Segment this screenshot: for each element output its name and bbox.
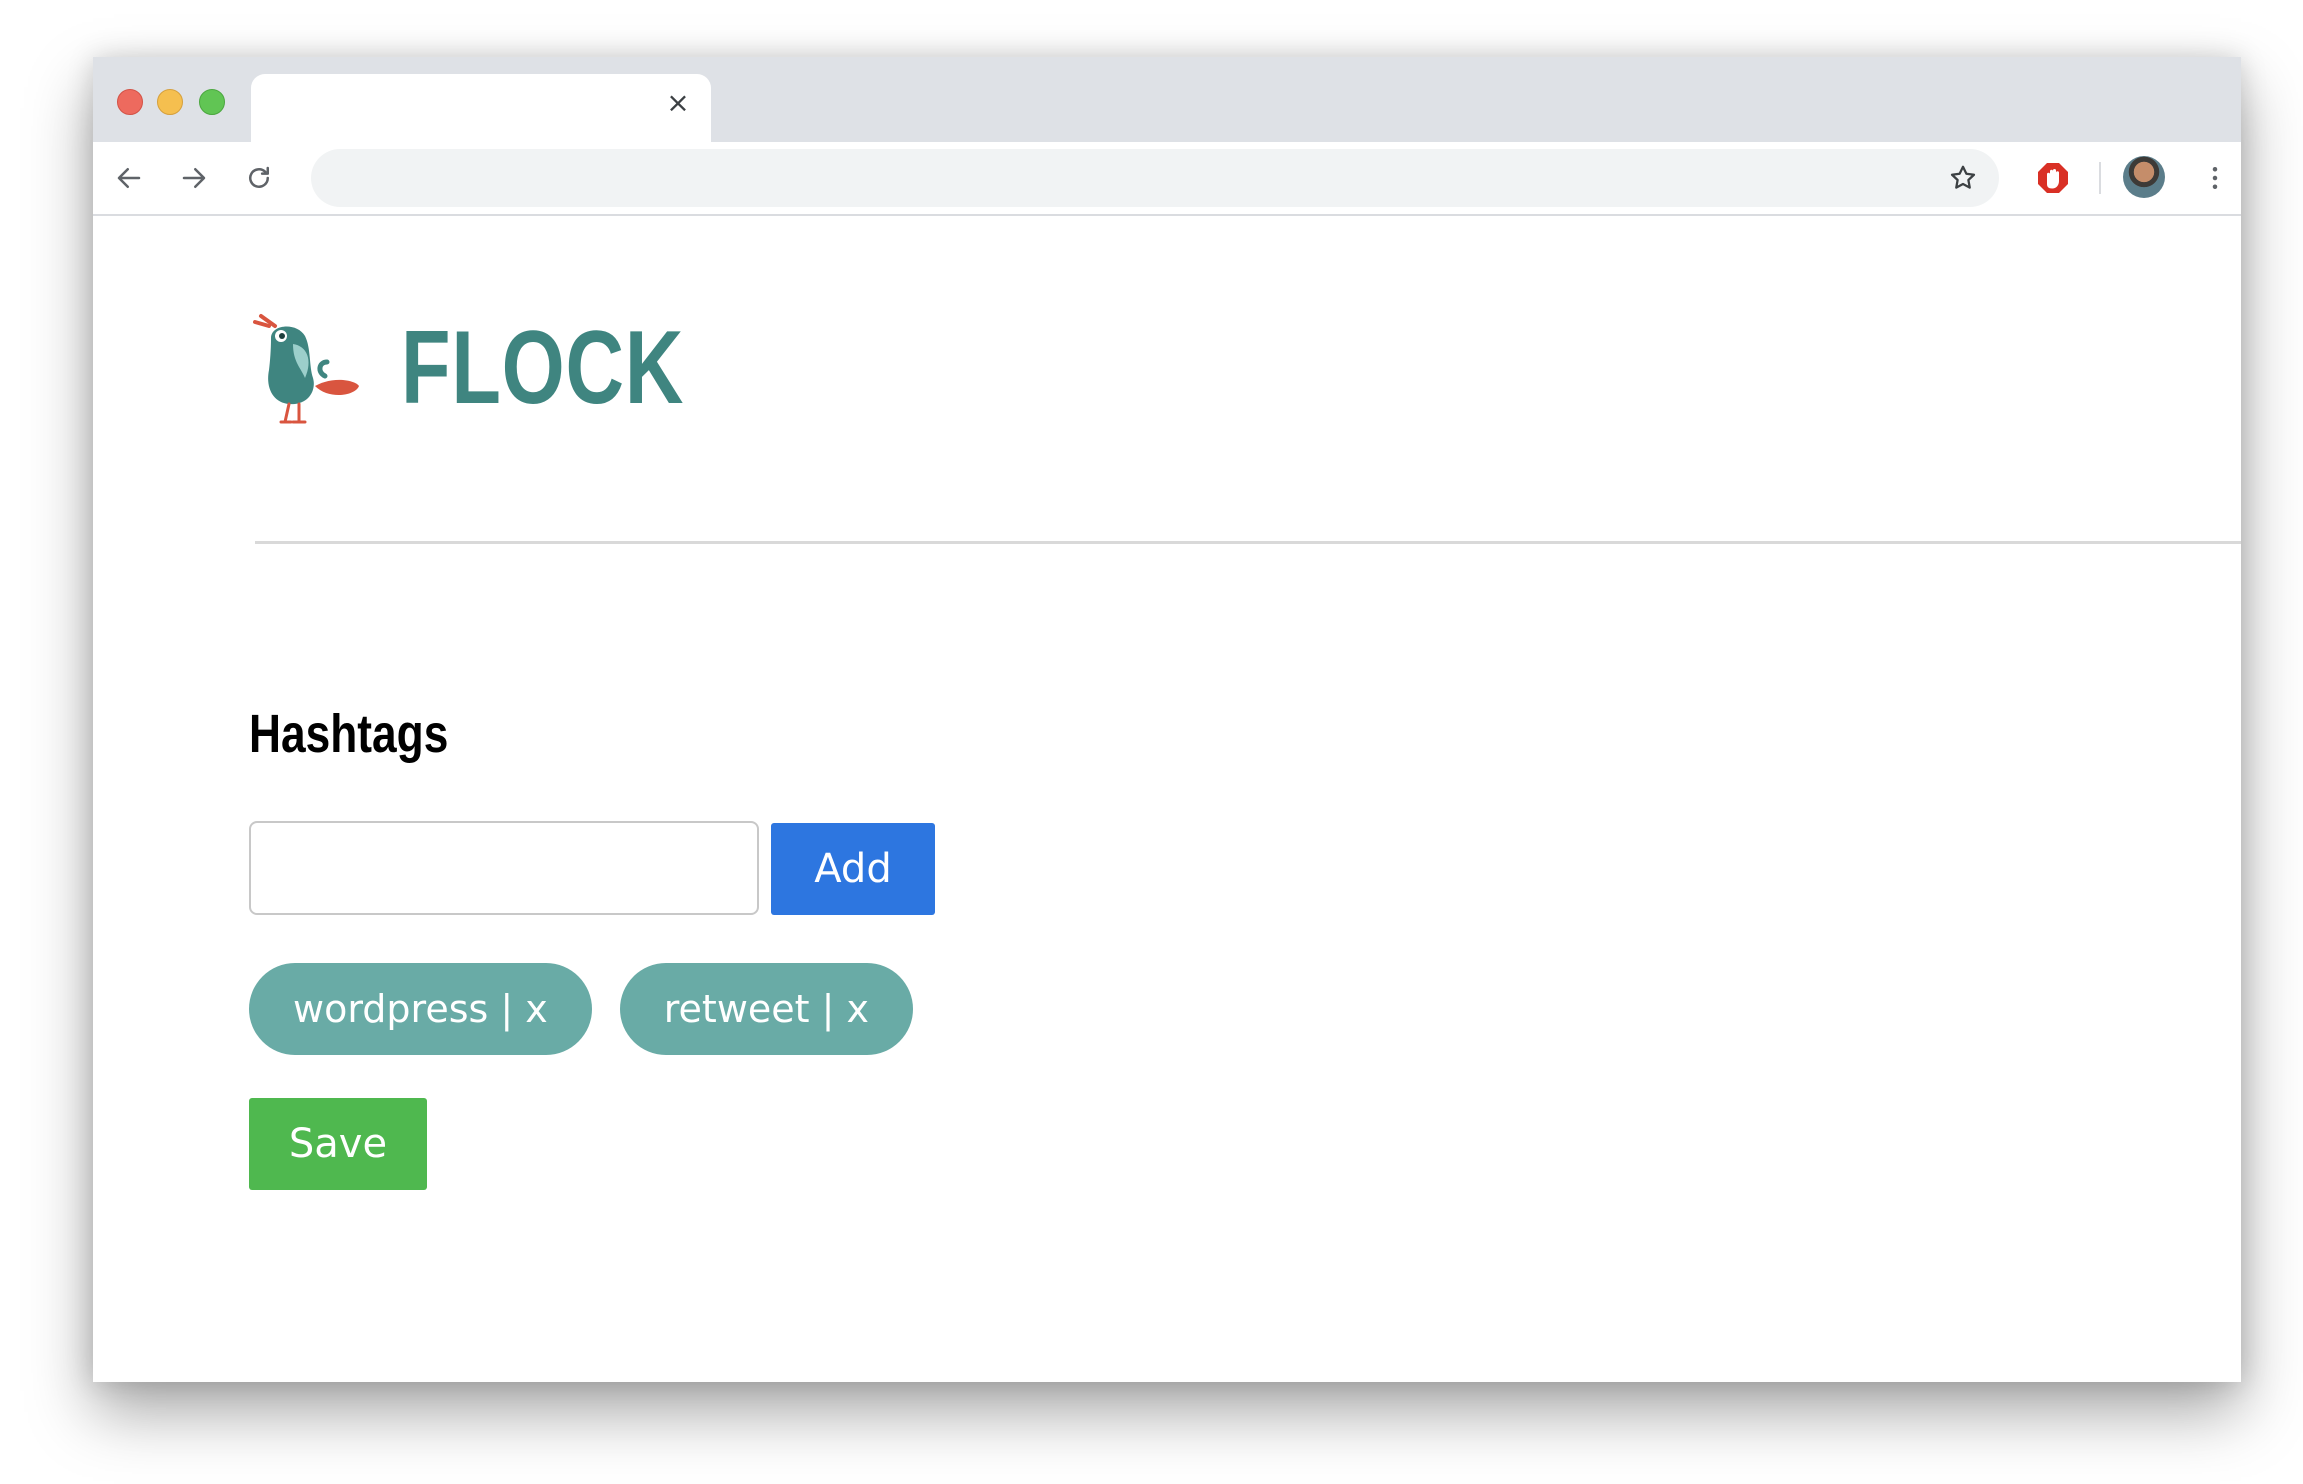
star-icon: [1950, 165, 1976, 189]
bird-logo-icon: [253, 314, 359, 424]
kebab-menu-icon: [2212, 167, 2218, 189]
browser-toolbar: [93, 142, 2241, 216]
tab-strip: ×: [93, 57, 2241, 142]
header-divider: [255, 541, 2241, 544]
browser-menu-button[interactable]: [2193, 156, 2237, 200]
close-window-button[interactable]: [117, 89, 143, 115]
address-bar[interactable]: [311, 149, 1999, 209]
hashtag-list: wordpress | x retweet | x: [249, 963, 914, 1055]
tab-close-icon[interactable]: ×: [663, 88, 693, 118]
brand-logo[interactable]: FLOCK: [253, 308, 764, 428]
save-button[interactable]: Save: [249, 1098, 427, 1190]
toolbar-divider: [2099, 162, 2101, 194]
back-arrow-icon: [117, 168, 141, 188]
reload-icon: [249, 166, 269, 188]
adblock-icon: [2038, 163, 2068, 193]
browser-window: × FLOCK Hashtags Add wordpress | x retwe…: [93, 57, 2241, 1382]
minimize-window-button[interactable]: [157, 89, 183, 115]
add-button[interactable]: Add: [771, 823, 935, 915]
adblock-extension-button[interactable]: [2031, 156, 2075, 200]
back-button[interactable]: [107, 156, 151, 200]
maximize-window-button[interactable]: [199, 89, 225, 115]
page-content: FLOCK Hashtags Add wordpress | x retweet…: [93, 216, 2241, 1382]
page-title: Hashtags: [249, 704, 449, 764]
hashtag-chip-wordpress[interactable]: wordpress | x: [249, 963, 592, 1055]
address-input[interactable]: [335, 149, 1919, 209]
forward-arrow-icon: [182, 168, 206, 188]
brand-name: FLOCK: [401, 310, 685, 426]
browser-tab[interactable]: ×: [251, 74, 711, 142]
hashtag-chip-retweet[interactable]: retweet | x: [619, 963, 914, 1055]
reload-button[interactable]: [237, 156, 281, 200]
forward-button[interactable]: [172, 156, 216, 200]
hashtag-input[interactable]: [249, 821, 759, 915]
profile-avatar[interactable]: [2123, 156, 2165, 198]
bookmark-button[interactable]: [1941, 156, 1985, 200]
